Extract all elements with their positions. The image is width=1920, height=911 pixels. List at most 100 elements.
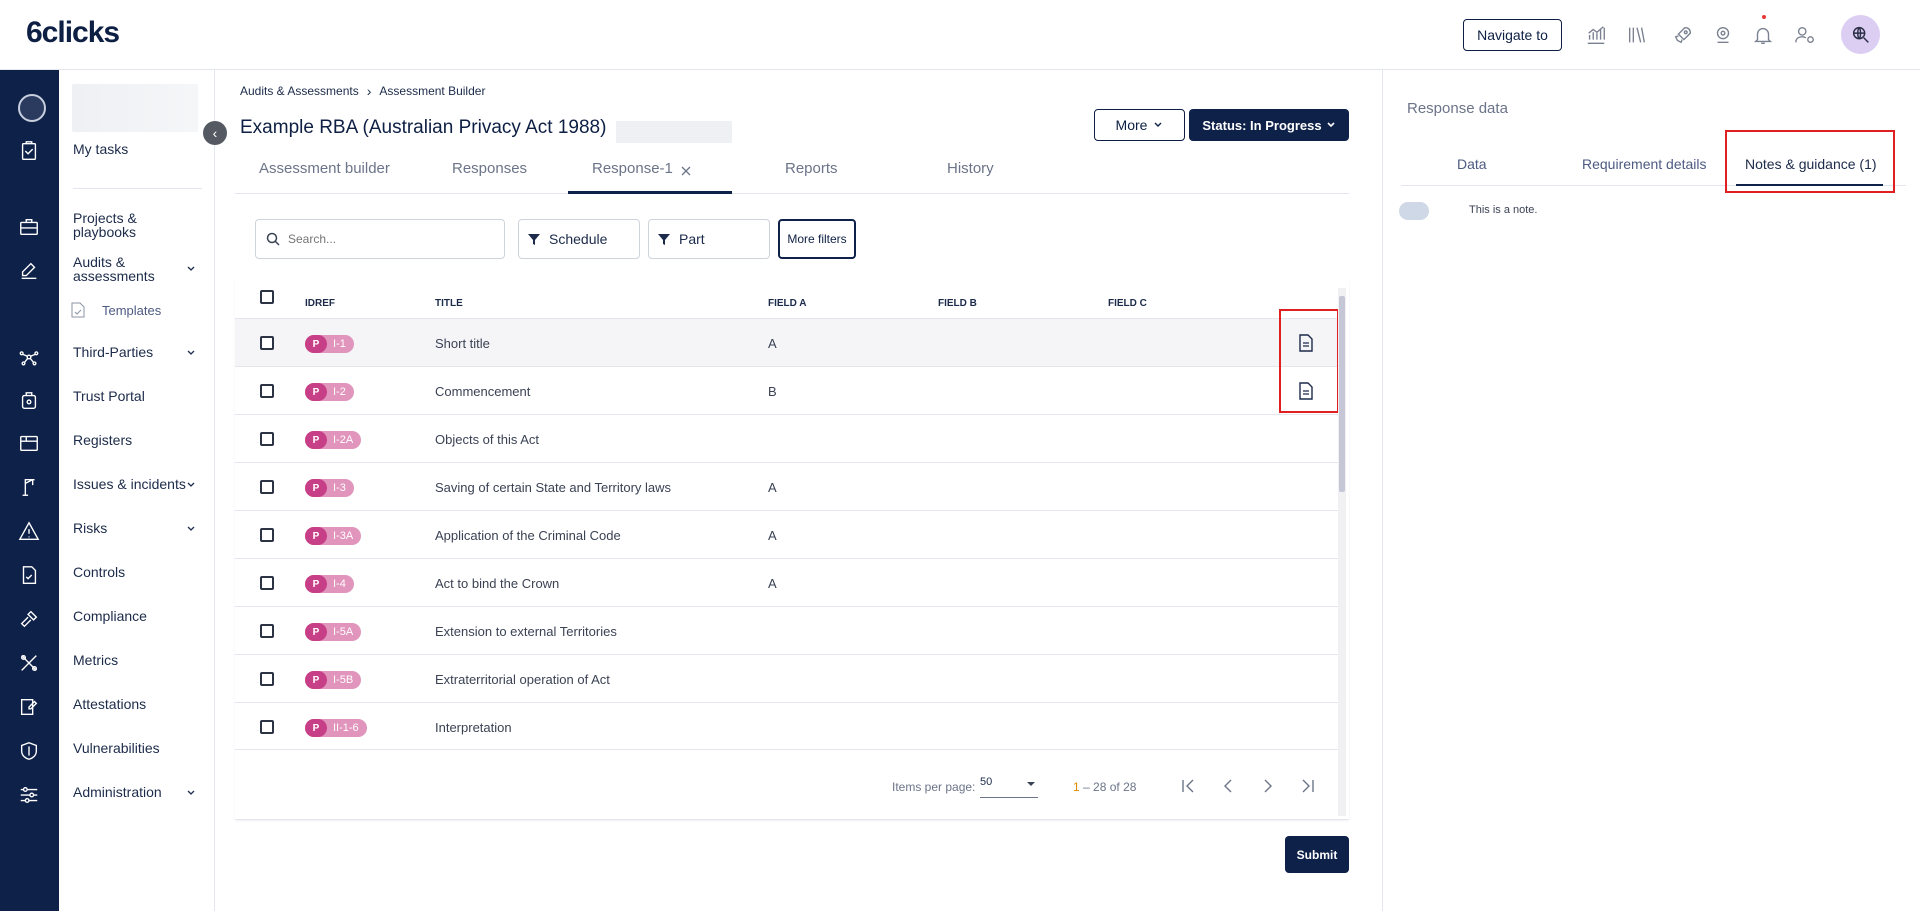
idref-badge: P II-1-6 [305, 719, 367, 737]
next-page-icon[interactable] [1259, 777, 1277, 795]
part-filter-label: Part [679, 231, 705, 247]
last-page-icon[interactable] [1299, 777, 1317, 795]
column-header-title[interactable]: TITLE [435, 298, 463, 309]
portal-icon[interactable] [18, 390, 40, 412]
previous-page-icon[interactable] [1219, 777, 1237, 795]
user-avatar[interactable] [18, 94, 46, 122]
tab-data[interactable]: Data [1457, 156, 1487, 172]
submit-button[interactable]: Submit [1285, 836, 1349, 873]
shield-icon[interactable] [18, 740, 40, 762]
avatar[interactable] [1841, 15, 1880, 54]
table-row[interactable]: P I-4 Act to bind the Crown A [235, 558, 1338, 606]
scrollbar-thumb[interactable] [1339, 296, 1345, 492]
analytics-icon[interactable] [1583, 22, 1609, 48]
sidebar-item-audits-assessments[interactable]: Audits & assessments [73, 255, 173, 283]
sidebar-item-issues-incidents[interactable]: Issues & incidents [73, 477, 186, 491]
attestation-icon[interactable] [18, 696, 40, 718]
row-checkbox[interactable] [260, 624, 274, 638]
row-checkbox[interactable] [260, 672, 274, 686]
more-button[interactable]: More [1094, 109, 1185, 141]
schedule-filter-button[interactable]: Schedule [518, 219, 640, 259]
chevron-down-icon[interactable] [185, 787, 197, 799]
crane-icon[interactable] [18, 476, 40, 498]
column-header-field-a[interactable]: FIELD A [768, 298, 807, 309]
tools-icon[interactable] [18, 652, 40, 674]
sidebar-item-administration[interactable]: Administration [73, 785, 162, 799]
sidebar-item-trust-portal[interactable]: Trust Portal [73, 389, 145, 403]
table-row[interactable]: P I-2 Commencement B [235, 366, 1338, 414]
chevron-down-icon[interactable] [185, 479, 197, 491]
sidebar-item-controls[interactable]: Controls [73, 565, 125, 579]
sidebar-item-my-tasks[interactable]: My tasks [73, 142, 128, 156]
breadcrumb-parent[interactable]: Audits & Assessments [240, 84, 359, 98]
close-icon[interactable] [679, 164, 693, 178]
status-button[interactable]: Status: In Progress [1189, 109, 1349, 141]
row-checkbox[interactable] [260, 384, 274, 398]
sidebar-item-third-parties[interactable]: Third-Parties [73, 345, 153, 359]
navigate-to-button[interactable]: Navigate to [1463, 19, 1562, 51]
more-filters-button[interactable]: More filters [778, 219, 856, 259]
library-icon[interactable] [1624, 22, 1650, 48]
tab-history[interactable]: History [947, 160, 994, 177]
table-row[interactable]: P I-5A Extension to external Territories [235, 606, 1338, 654]
first-page-icon[interactable] [1179, 777, 1197, 795]
network-icon[interactable] [18, 346, 40, 368]
register-icon[interactable] [18, 432, 40, 454]
row-checkbox[interactable] [260, 432, 274, 446]
document-check-icon[interactable] [18, 564, 40, 586]
row-checkbox[interactable] [260, 720, 274, 734]
tasks-icon[interactable] [18, 140, 40, 162]
chevron-down-icon[interactable] [185, 347, 197, 359]
tab-response-1[interactable]: Response-1 [592, 160, 673, 177]
row-checkbox[interactable] [260, 336, 274, 350]
sidebar-item-registers[interactable]: Registers [73, 433, 132, 447]
search-box[interactable] [255, 219, 505, 259]
part-filter-button[interactable]: Part [648, 219, 770, 259]
items-per-page-select[interactable]: 50 [980, 776, 1038, 798]
table-row[interactable]: P I-3 Saving of certain State and Territo… [235, 462, 1338, 510]
table-scrollbar[interactable] [1338, 288, 1346, 816]
row-checkbox[interactable] [260, 576, 274, 590]
sidebar-item-compliance[interactable]: Compliance [73, 609, 147, 623]
rocket-icon[interactable] [1670, 22, 1696, 48]
edit-icon[interactable] [18, 260, 40, 282]
sliders-icon[interactable] [18, 784, 40, 806]
column-header-field-b[interactable]: FIELD B [938, 298, 977, 309]
table-row[interactable]: P II-1-6 Interpretation [235, 702, 1338, 750]
idref-badge: P I-3 [305, 479, 354, 497]
table-row[interactable]: P I-5B Extraterritorial operation of Act [235, 654, 1338, 702]
tab-requirement-details[interactable]: Requirement details [1582, 156, 1707, 172]
hammer-icon[interactable] [18, 608, 40, 630]
column-header-field-c[interactable]: FIELD C [1108, 298, 1147, 309]
row-checkbox[interactable] [260, 528, 274, 542]
tab-reports[interactable]: Reports [785, 160, 838, 177]
chevron-down-icon[interactable] [185, 263, 197, 275]
bell-icon[interactable] [1750, 22, 1776, 48]
tab-responses[interactable]: Responses [452, 160, 527, 177]
sidebar-item-attestations[interactable]: Attestations [73, 697, 146, 711]
search-input[interactable] [288, 232, 488, 246]
row-checkbox[interactable] [260, 480, 274, 494]
collapse-sidebar-button[interactable]: ‹ [203, 121, 227, 145]
column-header-idref[interactable]: IDREF [305, 298, 335, 309]
table-row[interactable]: P I-2A Objects of this Act [235, 414, 1338, 462]
warning-icon[interactable] [18, 520, 40, 542]
sidebar-item-templates[interactable]: Templates [102, 304, 161, 318]
chevron-down-icon[interactable] [185, 523, 197, 535]
requirements-table: IDREF TITLE FIELD A FIELD B FIELD C P I-1… [235, 280, 1349, 820]
idref-badge: P I-4 [305, 575, 354, 593]
table-row[interactable]: P I-3A Application of the Criminal Code A [235, 510, 1338, 558]
sidebar-item-projects-playbooks[interactable]: Projects & playbooks [73, 211, 173, 239]
sidebar-item-vulnerabilities[interactable]: Vulnerabilities [73, 741, 160, 755]
table-row[interactable]: P I-1 Short title A [235, 318, 1338, 366]
tab-assessment-builder[interactable]: Assessment builder [259, 160, 390, 177]
select-all-checkbox[interactable] [260, 290, 274, 304]
briefcase-icon[interactable] [18, 216, 40, 238]
support-icon[interactable] [1710, 22, 1736, 48]
app-logo[interactable]: 6clicks [26, 16, 120, 50]
page-range-start: 1 [1073, 780, 1080, 794]
page-range-rest: – 28 of 28 [1083, 780, 1137, 794]
sidebar-item-metrics[interactable]: Metrics [73, 653, 118, 667]
sidebar-item-risks[interactable]: Risks [73, 521, 107, 535]
user-settings-icon[interactable] [1792, 22, 1818, 48]
